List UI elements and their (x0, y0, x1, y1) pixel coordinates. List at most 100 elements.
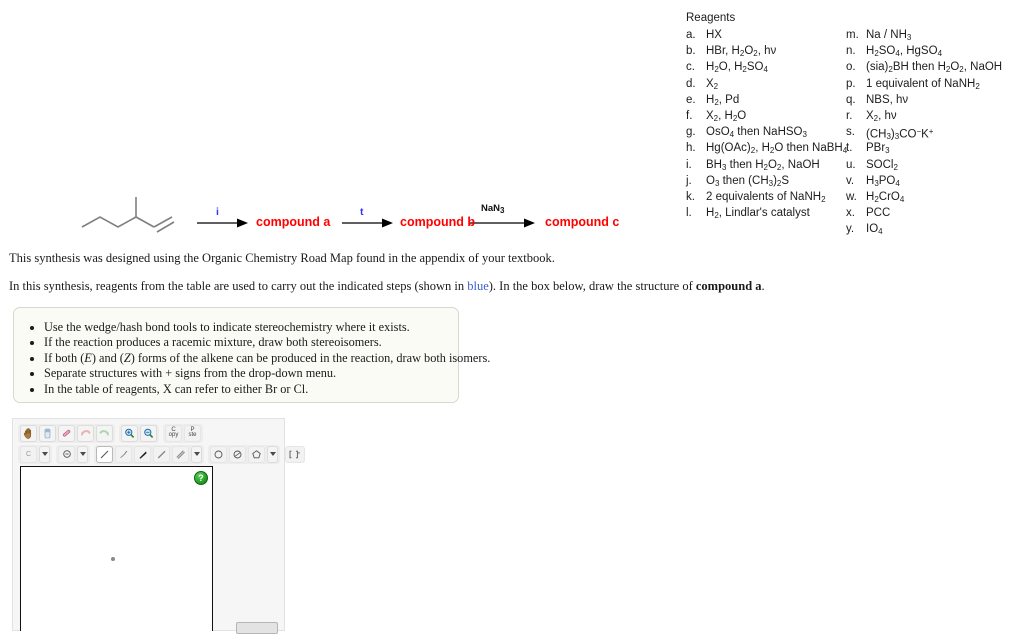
structure-drawing-canvas[interactable]: ? (20, 466, 213, 631)
reagent-key: c. (686, 61, 695, 74)
reagent-row: c. H2O, H2SO4 (686, 59, 846, 75)
reaction-arrow-1 (197, 218, 248, 228)
charge-dropdown-caret[interactable] (77, 445, 88, 463)
wedge-bond-tool[interactable] (153, 445, 170, 463)
cyclobutane-ring-tool[interactable] (229, 445, 246, 463)
paragraph-blue-word: blue (467, 279, 489, 293)
bracket-tool[interactable]: n (285, 445, 305, 463)
reagent-key: u. (846, 158, 856, 171)
carbon-atom-tool-label: C (25, 450, 32, 458)
cyclopentane-ring-tool[interactable] (248, 445, 265, 463)
reagent-row: s. (CH3)3CO−K+ (846, 124, 1018, 141)
reagent-key: d. (686, 77, 696, 90)
reagent-value: H2O, H2SO4 (706, 61, 768, 75)
reagent-row: n. H2SO4, HgSO4 (846, 43, 1018, 59)
reagent-key: e. (686, 93, 696, 106)
reagent-value: HBr, H2O2, hν (706, 45, 777, 58)
paragraph-instructions-part1: In this synthesis, reagents from the tab… (9, 279, 468, 293)
toolbar-group-bracket: n (284, 445, 306, 463)
paragraph-compound-a-bold: compound a (695, 279, 762, 293)
bond-dropdown-caret[interactable] (191, 445, 202, 463)
reagent-row: o. (sia)2BH then H2O2, NaOH (846, 59, 1018, 75)
reagent-value: H3PO4 (866, 174, 900, 188)
reagent-value: PCC (866, 207, 891, 220)
reagent-row: m. Na / NH3 (846, 27, 1018, 43)
reagent-row: u. SOCl2 (846, 157, 1018, 173)
instruction-item: In the table of reagents, X can refer to… (44, 382, 458, 397)
reagent-value: HX (706, 29, 722, 41)
reagent-value: (sia)2BH then H2O2, NaOH (866, 61, 1003, 75)
help-icon[interactable]: ? (194, 471, 208, 485)
reagent-value: IO4 (866, 223, 883, 236)
bold-wedge-bond-tool[interactable] (134, 445, 151, 463)
reagent-value: X2, H2O (706, 109, 747, 123)
canvas-atom-dot[interactable] (111, 557, 115, 561)
reagent-row: l. H2, Lindlar's catalyst (686, 205, 846, 221)
editor-toolbar-row-1: Copy Pste (13, 419, 284, 444)
reagents-table: Reagents a. HX b. HBr, H2O2, hν c. H2O, H2SO4… (686, 12, 1018, 237)
reagent-key: l. (686, 207, 692, 220)
zoom-out-icon[interactable] (140, 424, 157, 442)
reagent-value: H2SO4, HgSO4 (866, 45, 943, 58)
reagent-value: H2CrO4 (866, 190, 905, 204)
marquee-select-icon[interactable] (58, 424, 75, 442)
reagents-column-right: m. Na / NH3 n. H2SO4, HgSO4 o. (sia)2BH then … (846, 27, 1018, 237)
reagent-key: s. (846, 126, 855, 139)
reagent-value: X2 (706, 77, 719, 91)
reagent-row: f. X2, H2O (686, 108, 846, 124)
reagent-label-step3-text: NaN3 (481, 203, 505, 215)
ring-dropdown-caret[interactable] (267, 445, 278, 463)
reagent-value: X2, hν (866, 109, 897, 123)
copy-icon[interactable]: Copy (165, 424, 182, 442)
double-bond-tool[interactable] (172, 445, 189, 463)
paragraph-instructions: In this synthesis, reagents from the tab… (9, 279, 765, 294)
reagent-value: NBS, hν (866, 93, 909, 106)
undo-icon[interactable] (77, 424, 94, 442)
reagent-row: q. NBS, hν (846, 92, 1018, 108)
reagent-key: h. (686, 142, 696, 155)
toolbar-group-atom: C (18, 444, 52, 464)
copy-icon-label: Copy (168, 427, 179, 438)
cyclopropane-ring-tool[interactable] (210, 445, 227, 463)
paste-icon[interactable]: Pste (184, 424, 201, 442)
instruction-item: If the reaction produces a racemic mixtu… (44, 335, 458, 350)
paragraph-roadmap: This synthesis was designed using the Or… (9, 251, 555, 265)
plain-bond-tool[interactable] (96, 445, 113, 463)
editor-footer-button[interactable] (236, 622, 278, 634)
pan-hand-icon[interactable] (20, 424, 37, 442)
toolbar-group-charge (56, 444, 90, 464)
reagent-row: e. H2, Pd (686, 92, 846, 108)
reagent-value: SOCl2 (866, 158, 898, 172)
redo-icon[interactable] (96, 424, 113, 442)
instruction-item: If both (E) and (Z) forms of the alkene … (44, 351, 490, 366)
paragraph-instructions-part2: ). In the box below, draw the structure … (488, 279, 696, 293)
eraser-icon[interactable] (39, 424, 56, 442)
charge-tool[interactable] (58, 445, 75, 463)
reagent-key: n. (846, 45, 856, 58)
paragraph-instructions-part3: . (761, 279, 765, 293)
product-compound-a: compound a (256, 215, 331, 229)
zoom-in-icon[interactable] (121, 424, 138, 442)
reagent-value: 2 equivalents of NaNH2 (706, 190, 826, 204)
reagent-key: t. (846, 142, 853, 155)
instruction-list: Use the wedge/hash bond tools to indicat… (14, 308, 490, 397)
toolbar-group-rings (208, 444, 280, 464)
reagent-row: h. Hg(OAc)2, H2O then NaBH4 (686, 140, 848, 156)
reagent-row: p. 1 equivalent of NaNH2 (846, 76, 1018, 92)
carbon-atom-tool[interactable]: C (20, 445, 37, 463)
reaction-arrow-2 (342, 218, 393, 228)
reagent-row: y. IO4 (846, 221, 1018, 237)
toolbar-group-bonds (94, 444, 204, 464)
reagent-row: k. 2 equivalents of NaNH2 (686, 189, 846, 205)
reagent-key: o. (846, 61, 856, 74)
reagent-row: t. PBr3 (846, 140, 1018, 156)
reagent-key: y. (846, 223, 855, 236)
reagent-value: O3 then (CH3)2S (706, 174, 790, 188)
reagent-row: r. X2, hν (846, 108, 1018, 124)
reagent-value: Hg(OAc)2, H2O then NaBH4 (706, 142, 848, 156)
carbon-atom-dropdown-caret[interactable] (39, 445, 50, 463)
reagent-key: g. (686, 126, 696, 139)
reagent-row: w. H2CrO4 (846, 189, 1018, 205)
reagent-label-step2: t (360, 206, 364, 218)
hash-bond-tool[interactable] (115, 445, 132, 463)
